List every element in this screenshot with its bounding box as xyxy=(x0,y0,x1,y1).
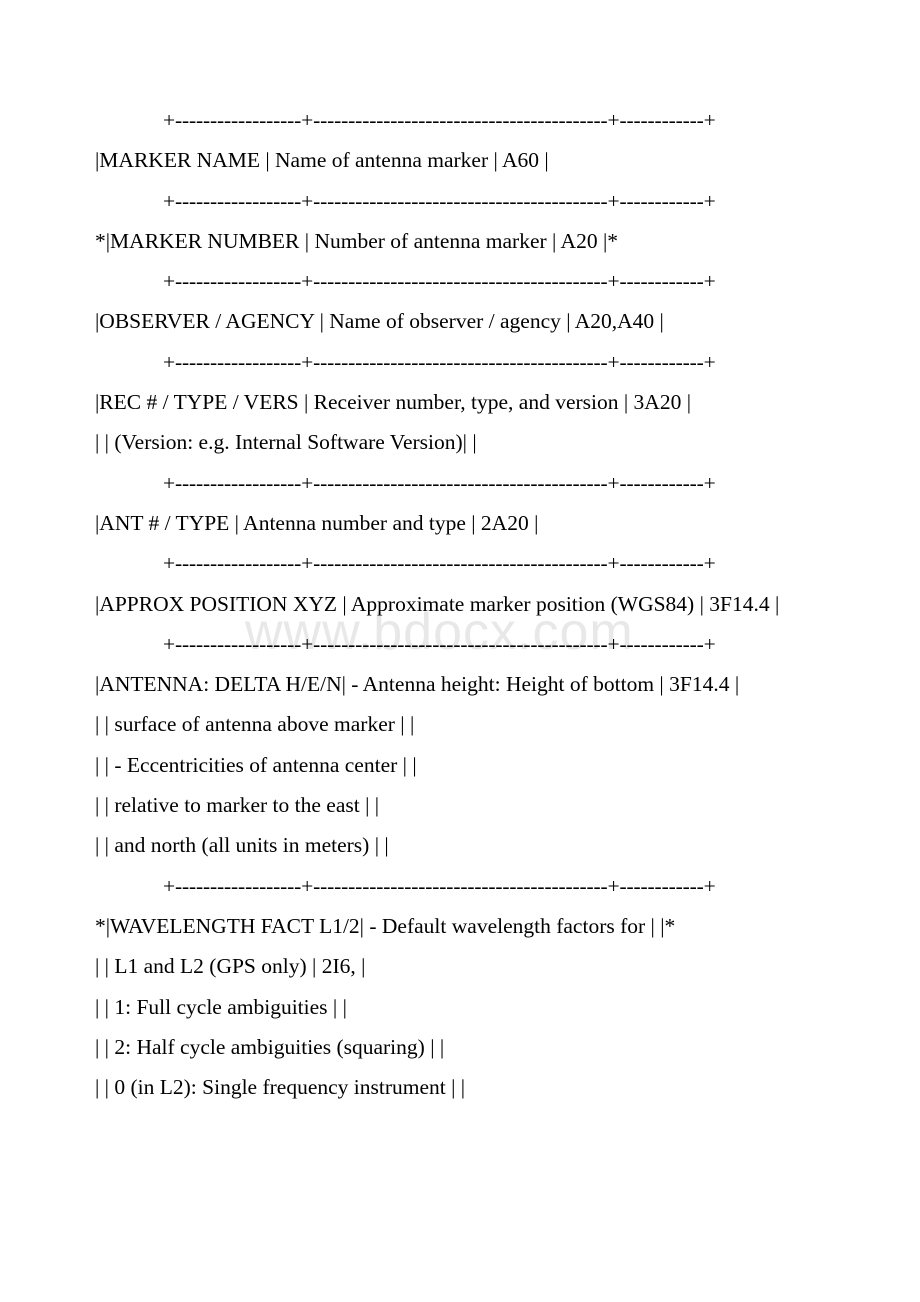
text-line-sep-5: +------------------+--------------------… xyxy=(163,470,716,495)
text-line-wavelength-c1: | | L1 and L2 (GPS only) | 2I6, | xyxy=(95,954,366,979)
text-line-sep-1: +------------------+--------------------… xyxy=(163,108,716,132)
text-line-sep-8: +------------------+--------------------… xyxy=(163,873,716,898)
text-line-rec-type-vers-cont: | | (Version: e.g. Internal Software Ver… xyxy=(95,430,477,455)
text-line-sep-3: +------------------+--------------------… xyxy=(163,269,716,294)
text-line-antenna-delta-c1: | | surface of antenna above marker | | xyxy=(95,712,415,737)
text-line-ant-type: |ANT # / TYPE | Antenna number and type … xyxy=(95,510,539,535)
text-line-approx-position: |APPROX POSITION XYZ | Approximate marke… xyxy=(95,591,780,616)
document-page: www.bdocx.com +------------------+------… xyxy=(0,0,920,1302)
text-line-observer-agency: |OBSERVER / AGENCY | Name of observer / … xyxy=(95,309,664,334)
text-line-sep-7: +------------------+--------------------… xyxy=(163,631,716,656)
text-line-marker-number: *|MARKER NUMBER | Number of antenna mark… xyxy=(95,228,618,253)
text-line-wavelength-fact: *|WAVELENGTH FACT L1/2| - Default wavele… xyxy=(95,913,676,938)
text-line-antenna-delta: |ANTENNA: DELTA H/E/N| - Antenna height:… xyxy=(95,672,740,697)
text-line-wavelength-c3: | | 2: Half cycle ambiguities (squaring)… xyxy=(95,1034,445,1059)
text-line-wavelength-c4: | | 0 (in L2): Single frequency instrume… xyxy=(95,1075,466,1100)
text-line-sep-6: +------------------+--------------------… xyxy=(163,551,716,576)
text-line-rec-type-vers: |REC # / TYPE / VERS | Receiver number, … xyxy=(95,390,691,415)
text-line-marker-name: |MARKER NAME | Name of antenna marker | … xyxy=(95,148,549,173)
text-line-sep-2: +------------------+--------------------… xyxy=(163,188,716,213)
text-line-sep-4: +------------------+--------------------… xyxy=(163,349,716,374)
text-line-antenna-delta-c3: | | relative to marker to the east | | xyxy=(95,793,380,818)
text-line-wavelength-c2: | | 1: Full cycle ambiguities | | xyxy=(95,994,347,1019)
text-line-antenna-delta-c2: | | - Eccentricities of antenna center |… xyxy=(95,752,417,777)
text-line-antenna-delta-c4: | | and north (all units in meters) | | xyxy=(95,833,389,858)
document-text-body: +------------------+--------------------… xyxy=(0,0,920,1107)
